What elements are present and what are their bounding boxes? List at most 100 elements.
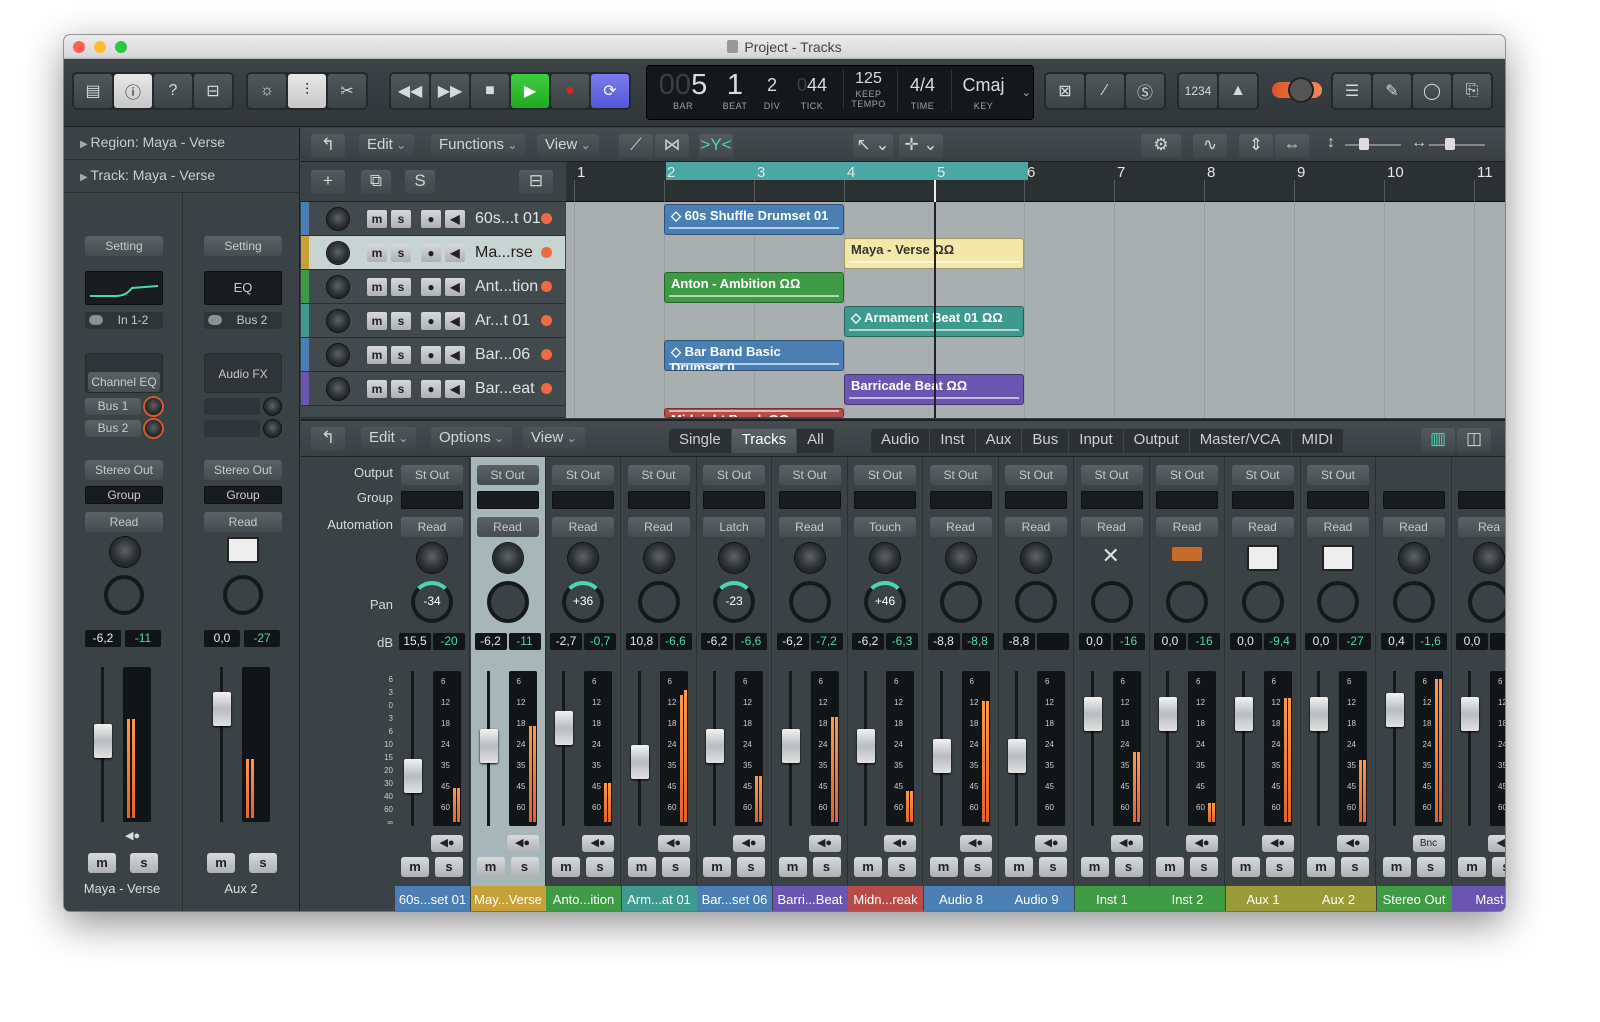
send-2-knob[interactable] <box>145 420 162 437</box>
gear-icon[interactable]: ⚙ <box>1141 134 1181 158</box>
group-slot[interactable] <box>476 491 539 509</box>
play-icon[interactable]: ▶ <box>511 74 549 108</box>
output-slot[interactable]: St Out <box>1005 465 1067 485</box>
automation-mode[interactable]: Read <box>85 512 163 532</box>
mute-button[interactable]: m <box>1231 857 1260 877</box>
horizontal-zoom-thumb[interactable] <box>1445 138 1455 150</box>
volume-value[interactable]: 10,8 <box>625 633 658 650</box>
gain-knob[interactable] <box>110 537 140 567</box>
volume-value[interactable]: -8,8 <box>927 633 960 650</box>
metronome-icon[interactable]: ▲ <box>1219 74 1257 108</box>
pan-knob[interactable] <box>1015 581 1057 623</box>
solo-button[interactable]: s <box>1190 857 1218 877</box>
smart-controls-icon[interactable]: ☼ <box>248 74 286 108</box>
tuner-icon[interactable]: ⁄ <box>1086 74 1124 108</box>
volume-value[interactable]: -6,2 <box>85 630 121 647</box>
group-slot[interactable] <box>401 491 463 509</box>
group-slot[interactable] <box>627 491 690 509</box>
region[interactable]: Anton - Ambition ΩΩ <box>664 272 844 303</box>
track-volume-knob[interactable] <box>327 310 349 332</box>
filter-master-vca[interactable]: Master/VCA <box>1190 429 1292 453</box>
mute-button[interactable]: m <box>476 857 505 877</box>
edit-menu[interactable]: Edit <box>359 134 415 156</box>
filter-bus[interactable]: Bus <box>1022 429 1070 453</box>
pan-knob[interactable] <box>1317 581 1359 623</box>
mute-button[interactable]: m <box>552 857 580 877</box>
gain-knob[interactable] <box>643 543 674 573</box>
group-slot[interactable] <box>929 491 992 509</box>
gain-knob[interactable] <box>794 543 825 573</box>
horizontal-fit-icon[interactable]: ⇔ <box>1275 134 1309 158</box>
pan-knob[interactable] <box>1241 581 1284 623</box>
track-header[interactable]: m s ● ◀ Bar...06 <box>301 338 565 372</box>
input-monitor-icon[interactable]: ◀● <box>884 835 916 852</box>
back-arrow-icon[interactable]: ↰ <box>311 427 345 451</box>
automation-mode[interactable]: Read <box>627 517 690 537</box>
input-monitor-icon[interactable]: ◀● <box>582 835 614 852</box>
output-slot[interactable]: St Out <box>1307 465 1369 485</box>
solo-button[interactable]: s <box>1492 857 1505 877</box>
setting-button[interactable]: Setting <box>85 236 163 256</box>
eq-slot[interactable]: EQ <box>204 271 282 305</box>
solo-button[interactable]: s <box>661 857 690 877</box>
automation-mode[interactable]: Read <box>1080 517 1143 537</box>
input-monitor-icon[interactable]: ◀● <box>125 829 140 842</box>
automation-mode[interactable]: Read <box>401 517 463 537</box>
input-monitor-icon[interactable]: ◀● <box>1035 835 1067 852</box>
track-record-enable-icon[interactable] <box>541 315 552 326</box>
bounce-button[interactable]: Bnc <box>1412 835 1445 852</box>
track-header[interactable]: m s ● ◀ Ant...tion <box>301 270 565 304</box>
cycle-icon[interactable]: ⟳ <box>591 74 629 108</box>
group-slot[interactable] <box>1005 491 1067 509</box>
output-slot[interactable]: Stereo Out <box>204 460 282 480</box>
filter-aux[interactable]: Aux <box>976 429 1023 453</box>
pan-knob[interactable]: -23 <box>713 581 755 623</box>
region-inspector-header[interactable]: ▶ Region: Maya - Verse <box>64 128 300 160</box>
mute-button[interactable]: m <box>1080 857 1109 877</box>
automation-mode[interactable]: Touch <box>854 517 916 537</box>
group-slot[interactable] <box>1156 491 1218 509</box>
volume-value[interactable]: 0,0 <box>1154 633 1186 650</box>
master-volume-knob[interactable] <box>1290 79 1312 101</box>
volume-fader[interactable] <box>1310 697 1328 731</box>
volume-value[interactable]: -6,2 <box>776 633 809 650</box>
gain-knob[interactable] <box>719 543 749 573</box>
track-monitor-icon[interactable]: ◀ <box>445 210 465 228</box>
automation-icon[interactable]: ⟋ <box>619 134 653 158</box>
solo-button[interactable]: s <box>510 857 539 877</box>
volume-value[interactable]: 0,0 <box>1305 633 1337 650</box>
input-monitor-icon[interactable]: ◀● <box>959 835 992 852</box>
send-bus-1[interactable]: Bus 1 <box>85 398 141 415</box>
pan-knob[interactable] <box>637 581 680 623</box>
gain-knob[interactable] <box>1021 543 1051 573</box>
volume-value[interactable]: -8,8 <box>1003 633 1035 650</box>
track-record-icon[interactable]: ● <box>421 312 441 330</box>
automation-mode[interactable]: Read <box>1005 517 1067 537</box>
group-slot[interactable] <box>552 491 614 509</box>
mixer-options-menu[interactable]: Options <box>431 427 513 449</box>
automation-mode[interactable]: Read <box>1382 517 1445 537</box>
output-slot[interactable]: St Out <box>476 465 539 485</box>
volume-value[interactable]: 0,4 <box>1380 633 1413 650</box>
region[interactable]: ◇ Bar Band Basic Drumset 0 <box>664 340 844 371</box>
volume-fader[interactable] <box>213 692 231 726</box>
gain-knob[interactable] <box>1474 543 1504 573</box>
volume-fader[interactable] <box>1159 697 1177 731</box>
stop-icon[interactable]: ■ <box>471 74 509 108</box>
track-inspector-header[interactable]: ▶ Track: Maya - Verse <box>64 161 300 193</box>
mute-button[interactable]: m <box>207 853 235 873</box>
output-slot[interactable]: St Out <box>929 465 992 485</box>
view-menu[interactable]: View <box>537 134 599 156</box>
gain-knob[interactable] <box>1398 543 1429 573</box>
volume-value[interactable]: 0,0 <box>1456 633 1488 650</box>
group-slot[interactable] <box>1382 491 1445 509</box>
back-arrow-icon[interactable]: ↰ <box>311 134 345 158</box>
replace-icon[interactable]: ⊠ <box>1046 74 1084 108</box>
mute-button[interactable]: m <box>1382 857 1411 877</box>
group-slot[interactable] <box>703 491 765 509</box>
input-slot[interactable]: Bus 2 <box>204 312 282 329</box>
output-slot[interactable]: St Out <box>1080 465 1143 485</box>
mute-button[interactable]: m <box>854 857 882 877</box>
output-slot[interactable]: St Out <box>552 465 614 485</box>
catch-icon[interactable]: >Y< <box>699 134 733 158</box>
